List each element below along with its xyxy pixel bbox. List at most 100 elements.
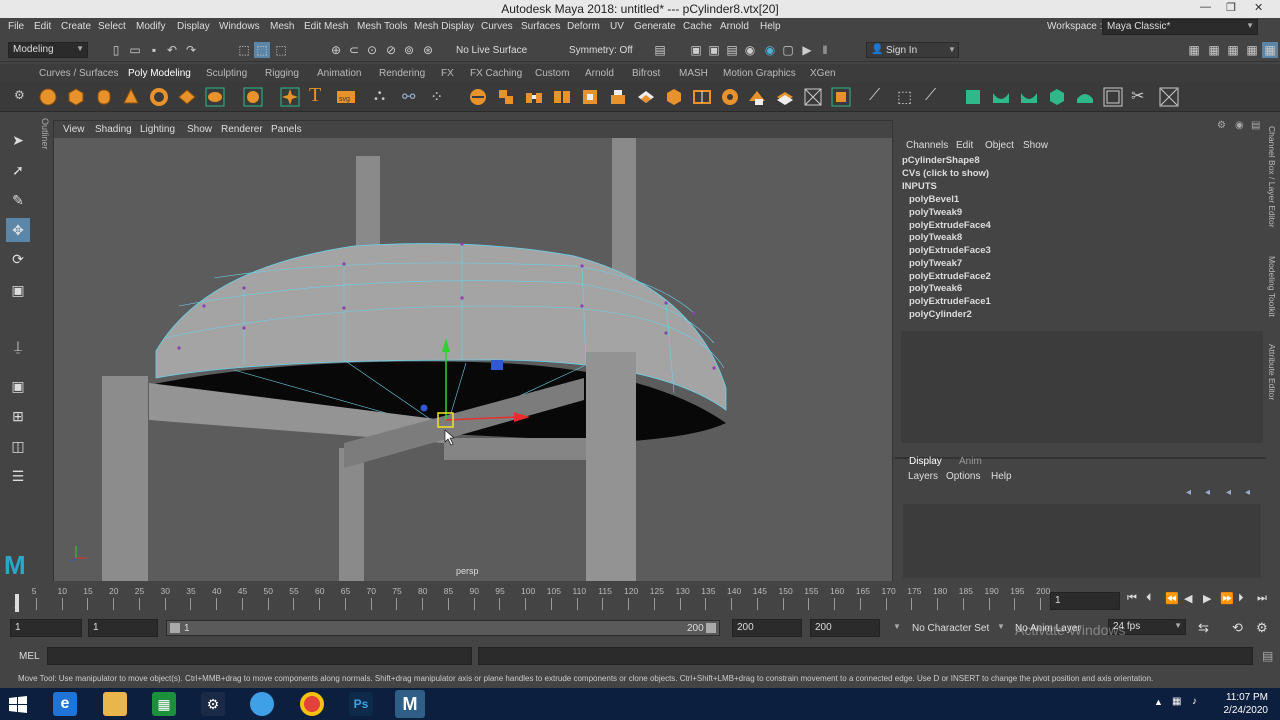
live-surface-label[interactable]: No Live Surface [456, 45, 527, 56]
layer-editor-icon[interactable]: ▦ [1262, 42, 1278, 58]
channel-box-search-icon[interactable]: ◉ [1235, 120, 1244, 131]
open-scene-icon[interactable]: ▭ [127, 42, 143, 58]
menu-surfaces[interactable]: Surfaces [521, 21, 560, 32]
step-forward-frame-icon[interactable]: ⏵ [1238, 592, 1244, 605]
input-node-item[interactable]: polyCylinder2 [909, 309, 972, 320]
edge-browser-icon[interactable]: e [53, 692, 77, 716]
minimize-button[interactable]: — [1200, 1, 1211, 13]
pillar-front-mid[interactable] [339, 448, 364, 581]
command-language-toggle[interactable]: MEL [19, 651, 40, 662]
scene-3d-view[interactable] [54, 138, 892, 581]
tab-sculpting[interactable]: Sculpting [206, 68, 247, 79]
menu-cache[interactable]: Cache [683, 21, 712, 32]
menu-mesh[interactable]: Mesh [270, 21, 294, 32]
input-node-item[interactable]: polyBevel1 [909, 194, 959, 205]
automatic-mapping-icon[interactable] [1047, 87, 1067, 107]
menu-arnold[interactable]: Arnold [720, 21, 749, 32]
menu-mesh-tools[interactable]: Mesh Tools [357, 21, 407, 32]
sculpt-tool-icon[interactable]: ⛬ [374, 87, 385, 105]
workspace-dropdown[interactable]: Maya Classic* ▼ [1102, 19, 1258, 35]
character-set-label[interactable]: No Character Set [912, 623, 989, 634]
maya-taskbar-icon[interactable]: M [395, 690, 425, 718]
step-back-frame-icon[interactable]: ⏴ [1146, 592, 1152, 605]
sign-in-button[interactable]: 👤 Sign In ▼ [866, 42, 959, 58]
menu-edit-mesh[interactable]: Edit Mesh [304, 21, 348, 32]
tray-show-hidden-icon[interactable]: ▲ [1154, 697, 1163, 707]
layer-move-down-icon[interactable]: ◂ [1205, 487, 1210, 498]
input-node-item[interactable]: polyExtrudeFace4 [909, 220, 991, 231]
go-to-end-icon[interactable]: ⏭ [1257, 592, 1267, 605]
cvs-toggle[interactable]: CVs (click to show) [902, 168, 989, 179]
tab-mash[interactable]: MASH [679, 68, 708, 79]
photoshop-icon[interactable]: Ps [349, 692, 373, 716]
fill-hole-icon[interactable] [580, 87, 600, 107]
menu-select[interactable]: Select [98, 21, 126, 32]
select-component-icon[interactable]: ⬚ [273, 42, 289, 58]
lasso-tool-icon[interactable]: ➚ [6, 158, 30, 182]
range-start-handle[interactable] [170, 623, 180, 633]
hypershade-icon[interactable]: ◉ [742, 42, 758, 58]
store-icon[interactable]: ▦ [152, 692, 176, 716]
extract-icon[interactable] [496, 87, 516, 107]
poke-icon[interactable] [747, 87, 767, 107]
menu-curves[interactable]: Curves [481, 21, 513, 32]
range-bar[interactable]: 1 200 [166, 620, 720, 636]
poly-torus-icon[interactable] [149, 87, 169, 107]
select-object-icon[interactable]: ⬚ [254, 42, 270, 58]
channel-box-layout-icon[interactable]: ▤ [1251, 120, 1260, 131]
input-node-item[interactable]: polyTweak9 [909, 207, 962, 218]
command-input[interactable] [47, 647, 472, 665]
viewport-menu-lighting[interactable]: Lighting [140, 124, 175, 135]
range-end-handle[interactable] [706, 623, 716, 633]
rotate-tool-icon[interactable]: ⟳ [6, 247, 30, 271]
render-view-icon[interactable]: ▢ [780, 42, 796, 58]
wedge-icon[interactable] [775, 87, 795, 107]
uv-editor-icon[interactable] [963, 87, 983, 107]
insert-edge-loop-icon[interactable] [692, 87, 712, 107]
viewport-menu-shading[interactable]: Shading [95, 124, 132, 135]
auto-key-icon[interactable]: ⟲ [1232, 620, 1243, 636]
tool-settings-icon[interactable]: ▦ [1225, 42, 1241, 58]
offset-edge-loop-icon[interactable] [720, 87, 740, 107]
shelf-menu-icon[interactable]: ⚙ [14, 88, 25, 102]
poly-sphere-icon[interactable] [38, 87, 58, 107]
play-forwards-icon[interactable]: ▶ [1203, 592, 1211, 605]
menu-help[interactable]: Help [760, 21, 781, 32]
tab-custom[interactable]: Custom [535, 68, 569, 79]
menu-create[interactable]: Create [61, 21, 91, 32]
character-set-chevron-down-icon[interactable]: ▼ [893, 622, 901, 631]
attribute-editor-icon[interactable]: ▦ [1206, 42, 1222, 58]
poly-cylinder-icon[interactable] [94, 87, 114, 107]
new-scene-icon[interactable]: ▯ [108, 42, 124, 58]
bridge-icon[interactable] [524, 87, 544, 107]
snap-grid-icon[interactable]: ⊕ [328, 42, 344, 58]
animation-start-field[interactable]: 1 [10, 619, 82, 637]
render-frame-icon[interactable]: ▣ [688, 42, 704, 58]
channel-box-settings-icon[interactable]: ⚙ [1217, 120, 1226, 131]
multi-cut-icon[interactable] [664, 87, 684, 107]
tab-fx[interactable]: FX [441, 68, 454, 79]
smooth-icon[interactable] [468, 87, 488, 107]
construction-history-icon[interactable]: ▤ [652, 42, 668, 58]
menu-set-dropdown[interactable]: Modeling ▼ [8, 42, 88, 58]
move-tool-icon[interactable]: ✥ [6, 218, 30, 242]
sew-uv-icon[interactable] [1159, 87, 1179, 107]
menu-mesh-display[interactable]: Mesh Display [414, 21, 474, 32]
scale-tool-icon[interactable]: ▣ [6, 278, 30, 302]
taskbar-clock[interactable]: 11:07 PM 2/24/2020 [1224, 691, 1269, 717]
menu-edit[interactable]: Edit [34, 21, 51, 32]
play-backwards-icon[interactable]: ◀ [1184, 592, 1192, 605]
camera-uv-icon[interactable] [1075, 87, 1095, 107]
undo-icon[interactable]: ↶ [164, 42, 180, 58]
tab-anim-layers[interactable]: Anim [959, 456, 982, 467]
tab-fx-caching[interactable]: FX Caching [470, 68, 522, 79]
menu-uv[interactable]: UV [610, 21, 624, 32]
two-view-icon[interactable]: ◫ [6, 434, 30, 458]
script-editor-icon[interactable]: ▤ [1262, 649, 1273, 663]
steam-icon[interactable]: ⚙ [201, 692, 225, 716]
poly-pipe-icon[interactable] [243, 87, 263, 107]
render-settings-icon[interactable]: ▤ [724, 42, 740, 58]
restore-button[interactable]: ❐ [1226, 1, 1236, 14]
menu-generate[interactable]: Generate [634, 21, 676, 32]
layer-move-up-icon[interactable]: ◂ [1186, 487, 1191, 498]
